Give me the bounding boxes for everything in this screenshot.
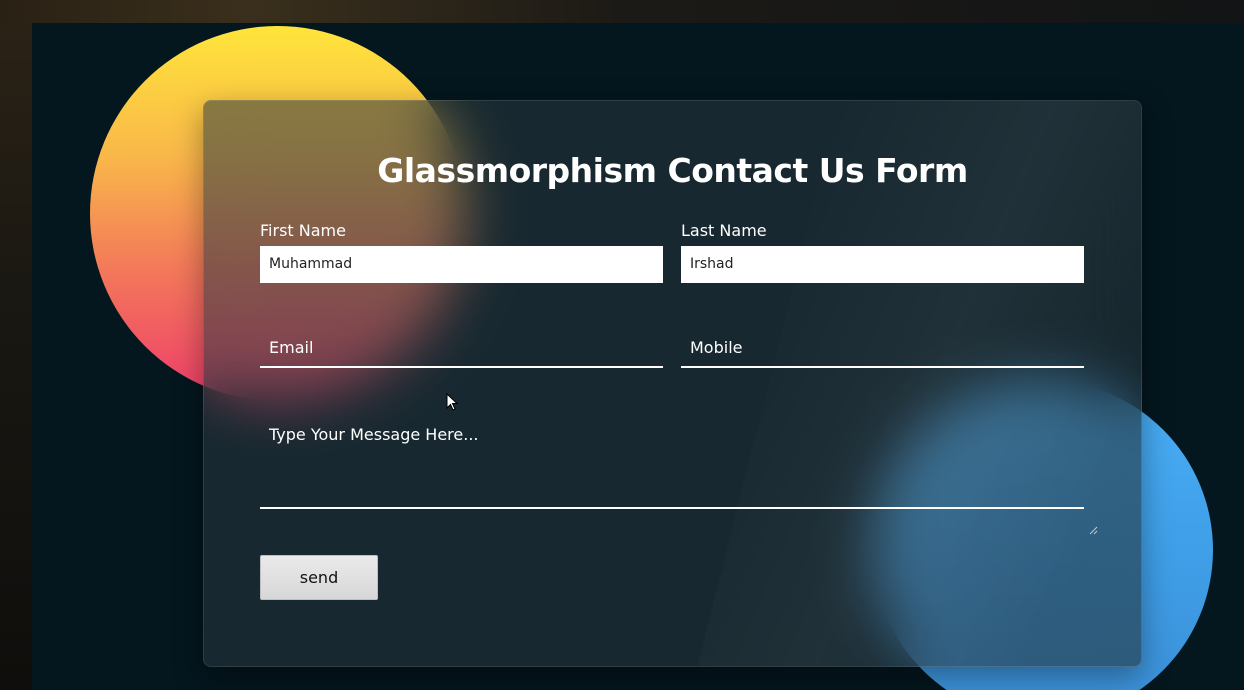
window-left-edge bbox=[0, 23, 32, 690]
email-field[interactable]: Email bbox=[260, 330, 663, 368]
last-name-input[interactable]: Irshad bbox=[681, 246, 1084, 283]
resize-grip-icon[interactable] bbox=[1088, 525, 1098, 535]
first-name-input[interactable]: Muhammad bbox=[260, 246, 663, 283]
page-background: Glassmorphism Contact Us Form First Name… bbox=[32, 23, 1244, 690]
first-name-label: First Name bbox=[260, 221, 346, 240]
contact-form-card: Glassmorphism Contact Us Form First Name… bbox=[203, 100, 1142, 667]
window-top-edge bbox=[0, 0, 1244, 23]
mouse-cursor-icon bbox=[446, 393, 458, 411]
form-title: Glassmorphism Contact Us Form bbox=[377, 151, 968, 190]
message-textarea[interactable]: Type Your Message Here... bbox=[260, 420, 1084, 509]
last-name-label: Last Name bbox=[681, 221, 767, 240]
mobile-field[interactable]: Mobile bbox=[681, 330, 1084, 368]
send-button[interactable]: send bbox=[260, 555, 378, 600]
